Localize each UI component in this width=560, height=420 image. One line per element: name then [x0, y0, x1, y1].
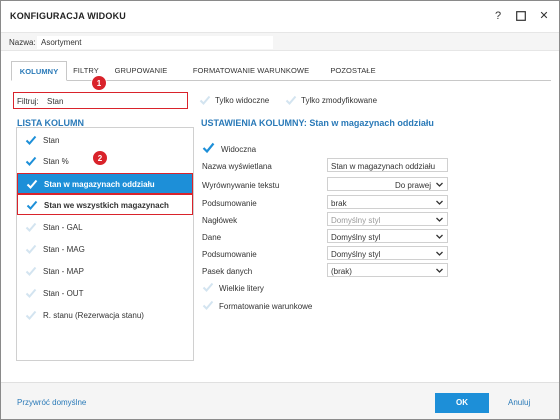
uppercase-label: Wielkie litery — [219, 284, 264, 293]
name-row: Nazwa: Asortyment — [1, 32, 559, 51]
tab-grupowanie[interactable]: GRUPOWANIE — [106, 61, 176, 81]
chevron-down-icon — [436, 200, 443, 205]
header-style-value: Domyślny styl — [331, 216, 381, 225]
text-align-value: Do prawej — [394, 181, 431, 190]
data-bar-value: (brak) — [331, 267, 352, 276]
summary-style-select[interactable]: Domyślny styl — [327, 246, 448, 260]
question-mark-icon[interactable]: ? — [489, 7, 507, 25]
annotation-badge-1: 1 — [91, 75, 107, 91]
chevron-down-icon — [436, 251, 443, 256]
visible-label: Widoczna — [221, 145, 257, 154]
list-item-label: Stan - GAL — [43, 223, 83, 232]
unchecked-check-icon — [25, 222, 37, 232]
maximize-icon[interactable] — [512, 7, 530, 25]
unchecked-check-icon — [202, 282, 214, 292]
summary-style-value: Domyślny styl — [331, 250, 381, 259]
only-modified-label: Tylko zmodyfikowane — [301, 96, 378, 105]
display-name-input[interactable]: Stan w magazynach oddziału — [327, 158, 448, 172]
title-bar: KONFIGURACJA WIDOKU ? ✕ — [1, 1, 559, 31]
close-icon[interactable]: ✕ — [535, 7, 553, 25]
text-align-label: Wyrównywanie tekstu — [202, 181, 280, 190]
tab-kolumny[interactable]: KOLUMNY — [11, 61, 67, 81]
list-item-label: Stan - OUT — [43, 289, 84, 298]
check-icon — [25, 156, 37, 166]
list-item-label: Stan we wszystkich magazynach — [44, 201, 169, 210]
dialog-footer: Przywróć domyślne OK Anuluj — [1, 382, 559, 419]
data-style-value: Domyślny styl — [331, 233, 381, 242]
unchecked-check-icon — [25, 310, 37, 320]
data-style-select[interactable]: Domyślny styl — [327, 229, 448, 243]
data-bar-label: Pasek danych — [202, 267, 253, 276]
list-item-label: R. stanu (Rezerwacja stanu) — [43, 311, 144, 320]
filter-label: Filtruj: — [17, 97, 39, 106]
check-icon — [25, 135, 37, 145]
check-icon — [26, 179, 38, 189]
tab-formatowanie-warunkowe[interactable]: FORMATOWANIE WARUNKOWE — [181, 61, 321, 81]
list-item-label: Stan % — [43, 157, 69, 166]
filter-value: Stan — [47, 97, 64, 106]
check-icon — [202, 142, 215, 154]
unchecked-check-icon — [199, 95, 211, 105]
text-align-select[interactable]: Do prawej — [327, 177, 448, 191]
display-name-value: Stan w magazynach oddziału — [331, 162, 436, 171]
list-item[interactable]: Stan — [17, 130, 193, 150]
name-input[interactable]: Asortyment — [37, 36, 273, 49]
list-item-selected[interactable]: Stan w magazynach oddziału — [17, 173, 193, 194]
view-configuration-dialog: KONFIGURACJA WIDOKU ? ✕ Nazwa: Asortymen… — [0, 0, 560, 420]
list-item[interactable]: Stan - MAG — [17, 239, 193, 259]
tab-pozostale[interactable]: POZOSTAŁE — [325, 61, 381, 81]
restore-defaults-link[interactable]: Przywróć domyślne — [17, 398, 86, 407]
filter-input[interactable]: Filtruj: Stan — [13, 92, 188, 109]
chevron-down-icon — [436, 234, 443, 239]
list-item[interactable]: Stan - OUT — [17, 283, 193, 303]
check-icon — [26, 200, 38, 210]
summary-label: Podsumowanie — [202, 199, 257, 208]
header-style-label: Nagłówek — [202, 216, 238, 225]
summary-select[interactable]: brak — [327, 195, 448, 209]
data-bar-select[interactable]: (brak) — [327, 263, 448, 277]
list-item-label: Stan — [43, 136, 60, 145]
list-item-label: Stan - MAG — [43, 245, 85, 254]
chevron-down-icon — [436, 217, 443, 222]
chevron-down-icon — [436, 268, 443, 273]
annotation-badge-2: 2 — [92, 150, 108, 166]
header-style-select[interactable]: Domyślny styl — [327, 212, 448, 226]
only-visible-label: Tylko widoczne — [215, 96, 270, 105]
ok-button[interactable]: OK — [435, 393, 489, 413]
chevron-down-icon — [436, 182, 443, 187]
unchecked-check-icon — [285, 95, 297, 105]
unchecked-check-icon — [25, 266, 37, 276]
display-name-label: Nazwa wyświetlana — [202, 162, 272, 171]
dialog-title: KONFIGURACJA WIDOKU — [10, 11, 126, 21]
list-item[interactable]: Stan - GAL — [17, 217, 193, 237]
unchecked-check-icon — [202, 300, 214, 310]
data-style-label: Dane — [202, 233, 222, 242]
unchecked-check-icon — [25, 288, 37, 298]
list-item[interactable]: R. stanu (Rezerwacja stanu) — [17, 305, 193, 325]
cancel-button[interactable]: Anuluj — [508, 398, 530, 407]
summary-style-label: Podsumowanie — [202, 250, 257, 259]
list-item-label: Stan w magazynach oddziału — [44, 180, 155, 189]
list-item[interactable]: Stan - MAP — [17, 261, 193, 281]
name-label: Nazwa: — [9, 38, 36, 47]
column-settings-title: USTAWIENIA KOLUMNY: Stan w magazynach od… — [201, 118, 434, 128]
list-item[interactable]: Stan we wszystkich magazynach — [17, 194, 193, 215]
conditional-formatting-label: Formatowanie warunkowe — [219, 302, 313, 311]
summary-value: brak — [331, 199, 347, 208]
unchecked-check-icon — [25, 244, 37, 254]
list-item-label: Stan - MAP — [43, 267, 84, 276]
